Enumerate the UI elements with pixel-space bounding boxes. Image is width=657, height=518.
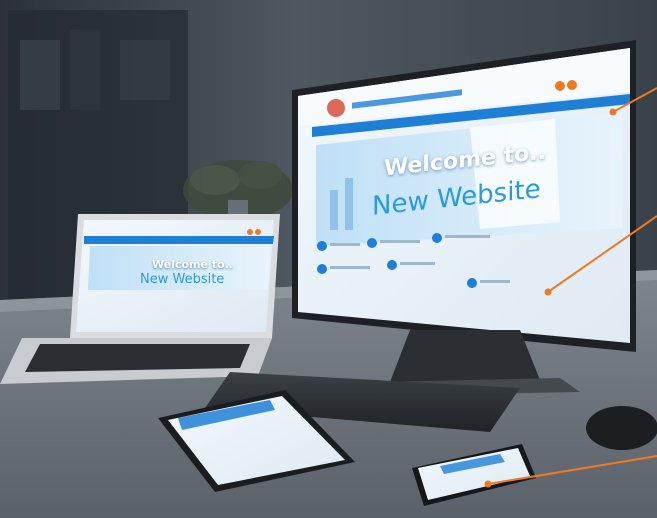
mouse <box>586 406 657 450</box>
device-mockup-scene: Welcome to.. New Website Welcome to.. Ne… <box>0 0 657 518</box>
mockup-illustration <box>0 0 657 518</box>
laptop-welcome-line1: Welcome to.. <box>152 258 233 271</box>
laptop-welcome-line2: New Website <box>140 272 225 287</box>
